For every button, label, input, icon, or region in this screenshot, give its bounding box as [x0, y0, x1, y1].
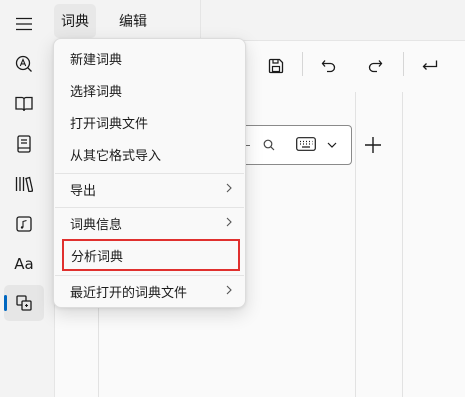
menu-item-import-from-other-format[interactable]: 从其它格式导入	[59, 138, 242, 170]
menu-item-new-dictionary[interactable]: 新建词典	[59, 42, 242, 74]
save-icon	[268, 58, 284, 74]
search-icon[interactable]	[263, 139, 275, 151]
enter-button[interactable]	[414, 50, 446, 82]
menu-item-dictionary-info[interactable]: 词典信息	[59, 207, 242, 239]
hamburger-menu-button[interactable]	[4, 6, 44, 42]
menubar-divider	[200, 0, 201, 40]
toolbar-separator	[302, 52, 303, 76]
redo-icon	[368, 60, 383, 73]
keyboard-icon[interactable]	[296, 137, 316, 151]
chevron-right-icon	[226, 217, 232, 227]
menu-dictionary[interactable]: 词典	[54, 4, 96, 38]
column-divider	[355, 92, 356, 397]
toolbar-separator	[403, 52, 404, 76]
plus-icon	[365, 137, 381, 153]
dictionary-menu-dropdown: 新建词典 选择词典 打开词典文件 从其它格式导入 导出 词典信息 分析词典 最近…	[53, 38, 246, 308]
return-icon	[422, 60, 438, 70]
menu-item-label: 打开词典文件	[70, 116, 149, 132]
redo-button[interactable]	[359, 50, 391, 82]
notebook-button[interactable]	[4, 126, 44, 162]
menu-item-analyze-dictionary[interactable]: 分析词典	[62, 239, 240, 271]
menu-item-recent-dictionary-files[interactable]: 最近打开的词典文件	[59, 275, 242, 307]
add-button[interactable]	[358, 129, 388, 161]
menu-item-export[interactable]: 导出	[59, 173, 242, 205]
music-file-icon	[16, 216, 32, 232]
font-icon-label: Aa	[14, 255, 34, 273]
menu-edit[interactable]: 编辑	[112, 4, 154, 38]
menu-item-select-dictionary[interactable]: 选择词典	[59, 74, 242, 106]
undo-button[interactable]	[313, 50, 345, 82]
menu-item-label: 最近打开的词典文件	[70, 285, 188, 301]
notebook-icon	[17, 135, 31, 153]
menu-item-label: 分析词典	[71, 249, 124, 265]
menu-item-label: 选择词典	[70, 84, 123, 100]
library-icon	[15, 176, 33, 192]
chevron-down-icon[interactable]	[327, 142, 337, 148]
column-divider	[402, 92, 403, 397]
menu-item-label: 词典信息	[70, 217, 123, 233]
book-button[interactable]	[4, 86, 44, 122]
dictionary-tools-button[interactable]	[4, 285, 44, 321]
menu-item-label: 导出	[70, 183, 97, 199]
chevron-right-icon	[226, 285, 232, 295]
chevron-right-icon	[226, 183, 232, 193]
audio-button[interactable]	[4, 206, 44, 242]
menu-item-label: 新建词典	[70, 52, 123, 68]
active-indicator	[4, 295, 7, 311]
hamburger-icon	[16, 17, 32, 31]
menu-item-label: 从其它格式导入	[70, 148, 162, 164]
font-settings-button[interactable]: Aa	[4, 246, 44, 282]
library-button[interactable]	[4, 166, 44, 202]
dictionary-tools-icon	[16, 295, 32, 311]
save-button[interactable]	[260, 50, 292, 82]
menu-item-open-dictionary-file[interactable]: 打开词典文件	[59, 106, 242, 138]
search-dictionary-button[interactable]	[4, 46, 44, 82]
menu-bar: 词典 编辑	[48, 0, 465, 40]
menu-dictionary-label: 词典	[61, 13, 89, 29]
column-divider	[98, 300, 99, 397]
open-book-icon	[15, 96, 33, 112]
undo-icon	[321, 60, 336, 73]
menu-edit-label: 编辑	[119, 13, 147, 29]
search-letter-icon	[15, 55, 32, 72]
navigation-rail: Aa	[0, 0, 48, 397]
